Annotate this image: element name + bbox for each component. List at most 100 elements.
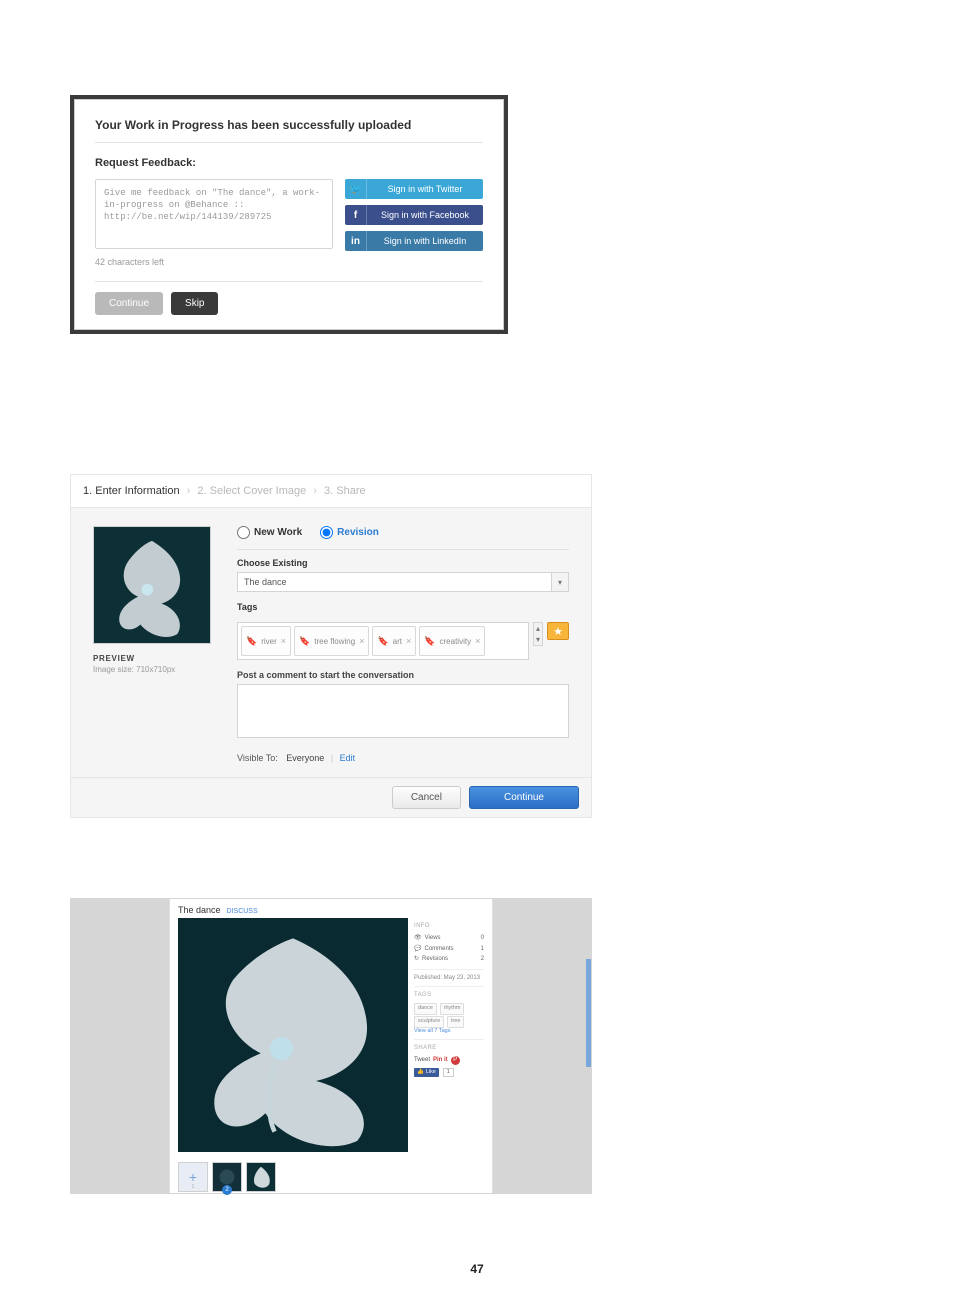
signin-facebook-label: Sign in with Facebook: [367, 210, 483, 220]
comment-label: Post a comment to start the conversation: [237, 670, 569, 680]
tag-chip[interactable]: 🔖 tree flowing ×: [294, 626, 369, 656]
fb-like-button[interactable]: 👍Like: [414, 1068, 439, 1078]
tag-text: tree flowing: [314, 637, 355, 646]
revision-thumbnails: + 1 2: [170, 1158, 492, 1200]
choose-existing-label: Choose Existing: [237, 558, 569, 568]
stat-row: 💬Comments 1: [414, 944, 484, 954]
mini-tag[interactable]: sculpture: [414, 1016, 444, 1028]
tag-text: river: [261, 637, 277, 646]
revision-thumb[interactable]: [246, 1162, 276, 1192]
pinit-link[interactable]: Pin it: [433, 1056, 448, 1064]
visibility-edit-link[interactable]: Edit: [340, 753, 356, 763]
tweet-link[interactable]: Tweet: [414, 1056, 430, 1064]
visibility-row: Visible To: Everyone | Edit: [237, 753, 569, 763]
chevron-right-icon: ›: [187, 485, 191, 497]
add-revision-button[interactable]: + 1: [178, 1162, 208, 1192]
visibility-value: Everyone: [286, 753, 324, 763]
tags-input[interactable]: 🔖 river × 🔖 tree flowing × 🔖 art × 🔖 creativity…: [237, 622, 529, 660]
stat-row: 👁Views 0: [414, 933, 484, 943]
fb-like-count: 1: [443, 1068, 454, 1078]
pinterest-icon: P: [451, 1056, 460, 1065]
published-date: Published: May 23, 2013: [414, 974, 484, 982]
scroll-down-icon[interactable]: ▾: [536, 634, 540, 645]
project-title: The dance: [178, 905, 221, 915]
info-heading: INFO: [414, 922, 484, 930]
tags-heading: TAGS: [414, 991, 484, 999]
comment-textarea[interactable]: [237, 684, 569, 738]
characters-left-label: 42 characters left: [95, 257, 483, 267]
feedback-textarea[interactable]: [95, 179, 333, 249]
add-sub-label: 1: [192, 1184, 195, 1190]
tag-text: art: [393, 637, 402, 646]
scroll-up-icon[interactable]: ▴: [536, 623, 540, 634]
stat-label: Views: [425, 935, 441, 941]
signin-twitter-label: Sign in with Twitter: [367, 184, 483, 194]
stat-value: 2: [481, 955, 484, 963]
stat-row: ↻Revisions2: [414, 954, 484, 964]
favorite-star-button[interactable]: ★: [547, 622, 569, 640]
discuss-link[interactable]: DISCUSS: [227, 908, 258, 915]
info-sidebar: INFO 👁Views0 💬Comments1 ↻Revisions2 Publ…: [414, 918, 484, 1152]
comment-icon: 💬: [414, 946, 421, 952]
dialog-title: Your Work in Progress has been successfu…: [95, 118, 483, 143]
mini-tag[interactable]: dance: [414, 1003, 437, 1015]
chevron-right-icon: ›: [313, 485, 317, 497]
step-2: 2. Select Cover Image: [197, 485, 306, 497]
signin-twitter-button[interactable]: 🐦 Sign in with Twitter: [345, 179, 483, 199]
tag-icon: 🔖: [299, 636, 310, 647]
request-feedback-label: Request Feedback:: [95, 157, 483, 169]
signin-facebook-button[interactable]: f Sign in with Facebook: [345, 205, 483, 225]
enter-information-dialog: 1. Enter Information › 2. Select Cover I…: [70, 474, 592, 818]
tag-remove-icon[interactable]: ×: [281, 636, 286, 646]
tag-text: creativity: [440, 637, 472, 646]
star-icon: ★: [553, 625, 563, 638]
mini-tag[interactable]: tree: [447, 1016, 464, 1028]
tag-remove-icon[interactable]: ×: [406, 636, 411, 646]
signin-linkedin-button[interactable]: in Sign in with LinkedIn: [345, 231, 483, 251]
choose-existing-select[interactable]: The dance ▾: [237, 572, 569, 592]
preview-size-label: Image size: 710x710px: [93, 665, 211, 674]
continue-blue-button[interactable]: Continue: [469, 786, 579, 809]
tag-chip[interactable]: 🔖 art ×: [372, 626, 416, 656]
signin-linkedin-label: Sign in with LinkedIn: [367, 236, 483, 246]
dancer-art-icon: [94, 527, 210, 643]
twitter-icon: 🐦: [345, 179, 367, 199]
mini-tag[interactable]: rhythm: [440, 1003, 465, 1015]
tag-remove-icon[interactable]: ×: [475, 636, 480, 646]
thumbs-up-icon: 👍: [417, 1069, 424, 1077]
stat-label: Revisions: [422, 956, 448, 962]
project-view-panel: The dance DISCUSS INFO 👁Views 0 💬Comments…: [70, 898, 592, 1194]
tag-chip[interactable]: 🔖 creativity×: [419, 626, 485, 656]
linkedin-icon: in: [345, 231, 367, 251]
choose-existing-value: The dance: [237, 572, 551, 592]
page-number: 47: [70, 1262, 884, 1276]
stat-label: Comments: [424, 946, 453, 952]
revision-radio[interactable]: Revision: [320, 526, 379, 539]
upload-success-dialog: Your Work in Progress has been successfu…: [70, 95, 508, 334]
tags-scrollbar[interactable]: ▴ ▾: [533, 622, 543, 646]
tag-icon: 🔖: [424, 636, 435, 647]
revision-badge: 2: [222, 1185, 232, 1195]
visibility-label: Visible To:: [237, 753, 278, 763]
revision-thumb[interactable]: 2: [212, 1162, 242, 1192]
facebook-icon: f: [345, 205, 367, 225]
cancel-button[interactable]: Cancel: [392, 786, 461, 809]
tag-remove-icon[interactable]: ×: [359, 636, 364, 646]
skip-button[interactable]: Skip: [171, 292, 218, 315]
eye-icon: 👁: [414, 935, 422, 941]
share-heading: SHARE: [414, 1044, 484, 1052]
revision-radio-label: Revision: [337, 527, 379, 538]
step-breadcrumb: 1. Enter Information › 2. Select Cover I…: [71, 475, 591, 508]
tag-icon: 🔖: [246, 636, 257, 647]
stat-value: 1: [481, 945, 484, 953]
tag-chip[interactable]: 🔖 river ×: [241, 626, 291, 656]
view-all-tags-link[interactable]: View all 7 Tags: [414, 1028, 484, 1036]
newwork-radio[interactable]: New Work: [237, 526, 302, 539]
tag-icon: 🔖: [377, 636, 388, 647]
stat-value: 0: [481, 934, 484, 942]
continue-button[interactable]: Continue: [95, 292, 163, 315]
step-1: 1. Enter Information: [83, 485, 180, 497]
plus-icon: +: [189, 1169, 197, 1185]
step-3: 3. Share: [324, 485, 366, 497]
chevron-down-icon: ▾: [551, 572, 569, 592]
